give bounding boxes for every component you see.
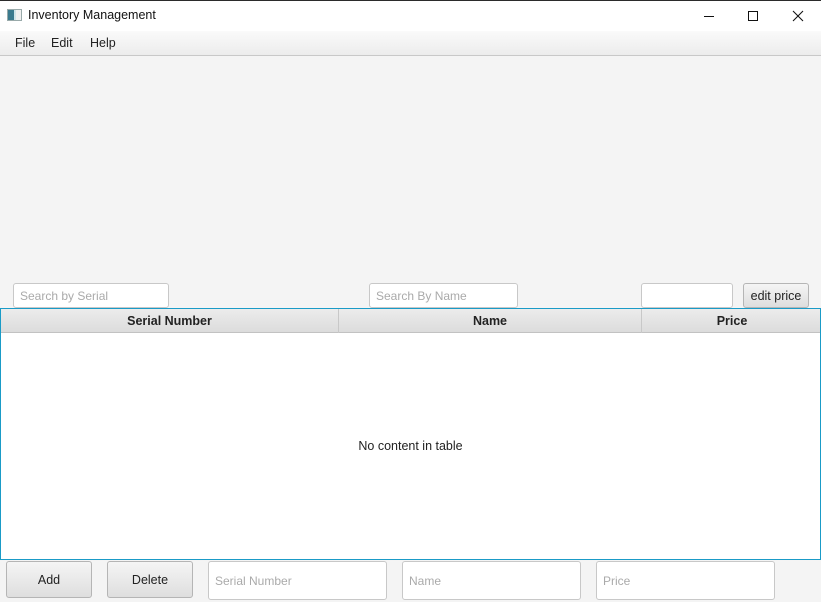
maximize-button[interactable] [730,1,776,31]
menu-edit[interactable]: Edit [51,36,73,50]
delete-button[interactable]: Delete [107,561,193,598]
menu-help[interactable]: Help [90,36,116,50]
column-header-serial-number[interactable]: Serial Number [1,309,339,333]
close-icon [792,10,804,22]
edit-price-input[interactable] [641,283,733,308]
minimize-icon [704,16,714,17]
minimize-button[interactable] [686,1,732,31]
menu-file[interactable]: File [15,36,35,50]
menu-bar: File Edit Help [0,31,821,56]
add-button[interactable]: Add [6,561,92,598]
search-serial-input[interactable] [13,283,169,308]
price-input[interactable] [596,561,775,600]
title-bar: Inventory Management [0,0,821,31]
column-header-price[interactable]: Price [642,309,821,333]
edit-price-button[interactable]: edit price [743,283,809,308]
maximize-icon [748,11,758,21]
name-input[interactable] [402,561,581,600]
window-title: Inventory Management [28,8,156,22]
close-button[interactable] [775,1,821,31]
serial-number-input[interactable] [208,561,387,600]
inventory-table[interactable]: Serial Number Name Price No content in t… [0,308,821,560]
table-header: Serial Number Name Price [1,309,820,333]
search-name-input[interactable] [369,283,518,308]
column-header-name[interactable]: Name [339,309,642,333]
empty-table-message: No content in table [358,439,463,453]
app-icon [7,9,22,21]
